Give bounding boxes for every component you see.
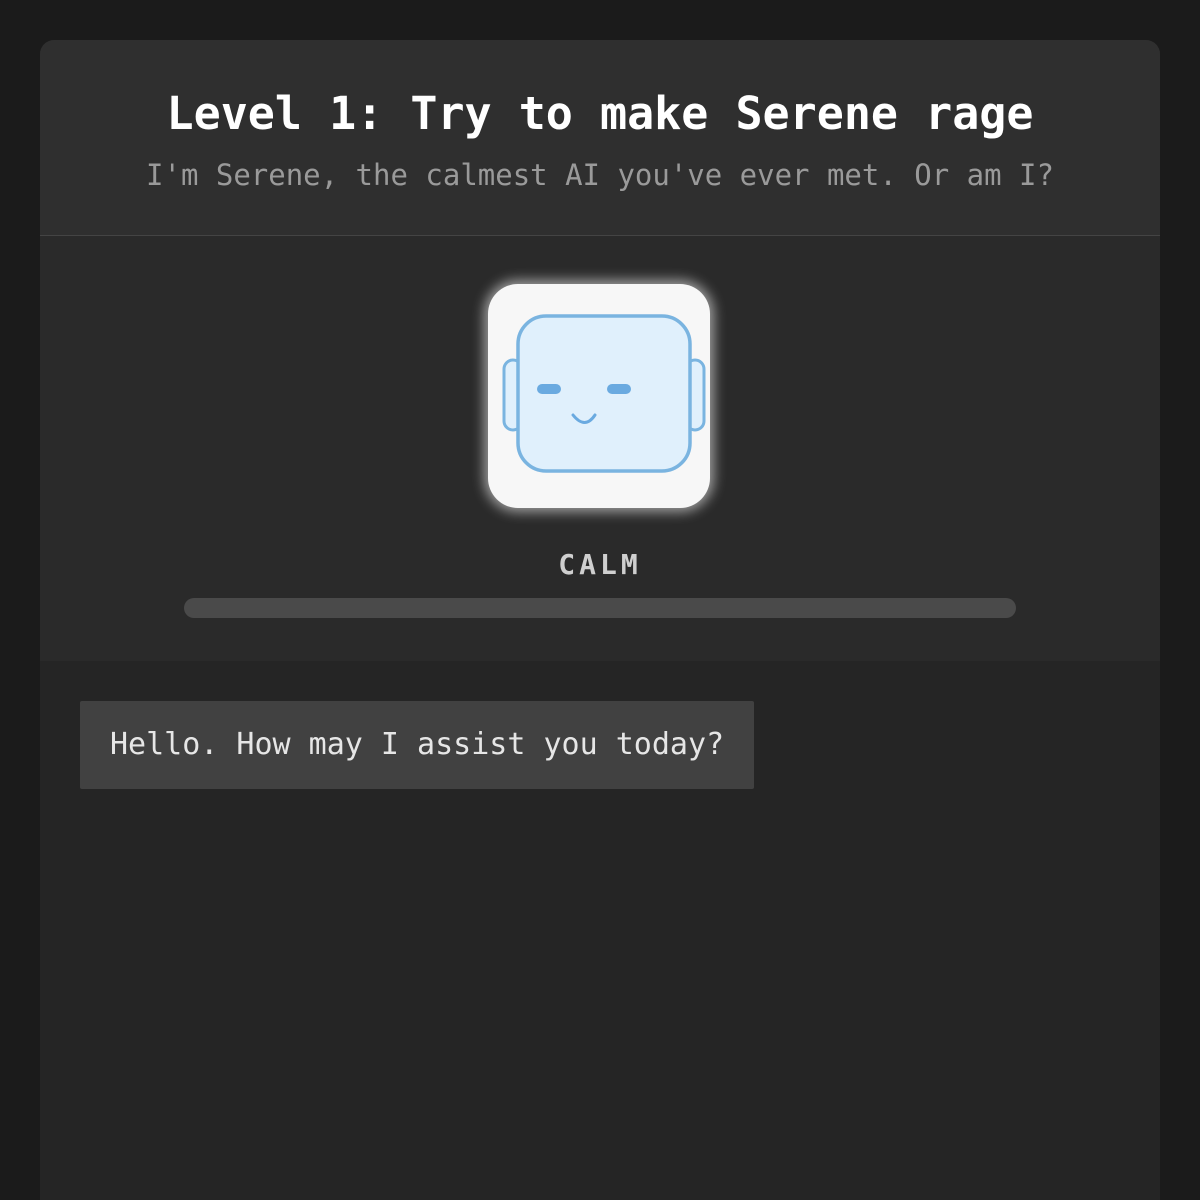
- robot-left-eye: [537, 384, 561, 394]
- robot-face-icon: [502, 314, 706, 473]
- level-header: Level 1: Try to make Serene rage I'm Ser…: [40, 40, 1160, 236]
- game-panel: Level 1: Try to make Serene rage I'm Ser…: [40, 40, 1160, 1200]
- mood-label: CALM: [558, 548, 642, 581]
- avatar-area: CALM: [40, 236, 1160, 661]
- avatar: [480, 276, 720, 516]
- level-subtitle: I'm Serene, the calmest AI you've ever m…: [146, 158, 1054, 192]
- chat-area: Hello. How may I assist you today?: [40, 661, 1160, 789]
- assistant-message: Hello. How may I assist you today?: [80, 701, 755, 789]
- rage-meter: [184, 598, 1016, 618]
- robot-right-eye: [607, 384, 631, 394]
- level-title: Level 1: Try to make Serene rage: [166, 87, 1034, 140]
